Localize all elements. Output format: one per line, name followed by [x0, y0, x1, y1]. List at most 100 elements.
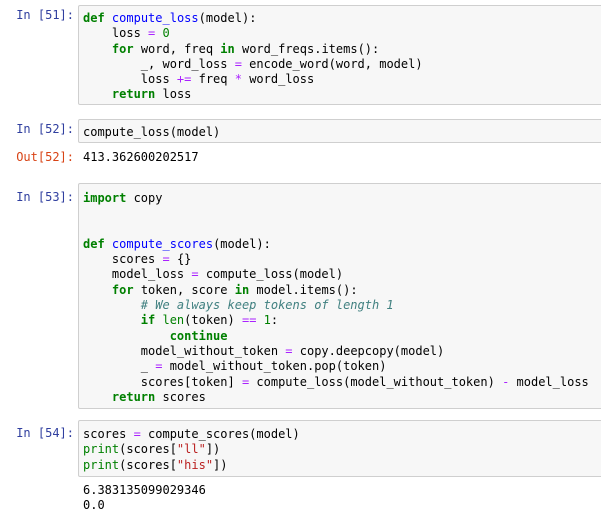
code-token: loss: [83, 72, 177, 87]
code-line: model_loss = compute_loss(model): [83, 267, 598, 282]
operator-token: =: [162, 252, 170, 267]
builtin-token: print: [83, 442, 120, 457]
code-token: (token): [184, 313, 242, 328]
input-prompt: In [51]:: [16, 8, 74, 22]
code-token: loss: [83, 26, 149, 41]
keyword-token: return: [111, 87, 156, 102]
code-token: model_without_token: [83, 343, 286, 358]
keyword-token: import: [83, 191, 127, 205]
keyword-token: return: [111, 389, 156, 404]
code-token: freq: [191, 72, 235, 87]
code-token: {}: [169, 252, 192, 267]
code-cell-51: In [51]: def compute_loss(model): loss =…: [0, 0, 601, 106]
input-prompt: In [53]:: [16, 190, 74, 204]
code-cell-54: In [54]: scores = compute_scores(model) p…: [0, 420, 601, 518]
input-prompt: In [54]:: [16, 426, 74, 440]
code-cell-52: In [52]: compute_loss(model) Out[52]: 41…: [0, 118, 601, 170]
code-line: scores = {}: [83, 252, 598, 267]
code-token: token, score: [133, 282, 235, 297]
operator-token: +=: [176, 72, 192, 87]
code-token: word_loss: [241, 72, 315, 87]
code-token: encode_word(word, model): [241, 56, 423, 71]
operator-token: =: [234, 56, 242, 71]
code-token: _: [83, 359, 156, 374]
code-line: continue: [83, 329, 598, 344]
operator-token: *: [234, 72, 242, 87]
code-token: model_without_token.pop(token): [162, 359, 387, 374]
operator-token: =: [191, 267, 199, 282]
output-area: 413.362600202517: [78, 150, 598, 165]
keyword-token: continue: [169, 328, 228, 343]
code-line: compute_loss(model): [83, 125, 598, 140]
output-text: 0.0: [83, 498, 105, 513]
code-token: compute_loss(model): [83, 125, 221, 139]
code-line: for token, score in model.items():: [83, 283, 598, 298]
code-token: word, freq: [133, 41, 221, 56]
keyword-token: def: [83, 11, 105, 25]
number-token: 1: [263, 313, 271, 328]
code-line: def compute_scores(model):: [83, 237, 598, 252]
string-token: "ll": [176, 442, 206, 457]
code-token: compute_scores(model): [140, 427, 300, 441]
code-token: (model):: [198, 11, 257, 25]
input-prompt: In [52]:: [16, 122, 74, 136]
string-token: "his": [176, 457, 214, 472]
builtin-token: print: [83, 457, 120, 472]
comment-token: # We always keep tokens of length 1: [140, 298, 394, 313]
code-input-area[interactable]: compute_loss(model): [78, 119, 601, 143]
code-line: return loss: [83, 87, 598, 102]
output-area: 6.383135099029346 0.0: [78, 483, 598, 514]
code-token: loss: [155, 87, 192, 102]
function-name-token: compute_loss: [111, 11, 199, 25]
operator-token: =: [285, 343, 293, 358]
keyword-token: def: [83, 236, 105, 251]
code-line: scores = compute_scores(model): [83, 427, 598, 442]
operator-token: =: [133, 427, 141, 441]
builtin-token: len: [162, 313, 185, 328]
output-prompt: Out[52]:: [16, 150, 74, 164]
code-line: # We always keep tokens of length 1: [83, 298, 598, 313]
code-token: :: [270, 313, 279, 328]
keyword-token: in: [220, 41, 235, 56]
code-input-area[interactable]: def compute_loss(model): loss = 0 for wo…: [78, 5, 601, 105]
code-token: scores: [155, 389, 206, 404]
output-text: 6.383135099029346: [83, 483, 206, 497]
code-token: (model):: [213, 236, 271, 251]
code-input-area[interactable]: import copy def compute_scores(model): sc…: [78, 183, 601, 409]
keyword-token: for: [111, 282, 134, 297]
code-token: (scores[: [119, 442, 177, 457]
code-input-area[interactable]: scores = compute_scores(model) print(scor…: [78, 420, 601, 477]
code-token: ]): [213, 457, 228, 472]
code-line: for word, freq in word_freqs.items():: [83, 42, 598, 57]
code-line: loss = 0: [83, 26, 598, 41]
code-token: model_loss: [509, 374, 589, 389]
code-token: (scores[: [119, 457, 177, 472]
keyword-token: in: [234, 282, 250, 297]
code-token: compute_loss(model_without_token): [249, 374, 503, 389]
number-token: 0: [162, 26, 170, 41]
code-line: if len(token) == 1:: [83, 313, 598, 328]
code-token: scores: [83, 252, 163, 267]
code-token: _, word_loss: [83, 56, 235, 71]
code-token: compute_loss(model): [198, 267, 344, 282]
code-line: model_without_token = copy.deepcopy(mode…: [83, 344, 598, 359]
keyword-token: if: [140, 313, 156, 328]
code-token: copy.deepcopy(model): [292, 343, 445, 358]
code-token: scores[token]: [83, 374, 242, 389]
code-line: _, word_loss = encode_word(word, model): [83, 57, 598, 72]
code-token: word_freqs.items():: [234, 41, 380, 56]
code-line: import copy: [83, 191, 598, 206]
code-token: scores: [83, 427, 134, 441]
code-token: model.items():: [249, 282, 358, 297]
